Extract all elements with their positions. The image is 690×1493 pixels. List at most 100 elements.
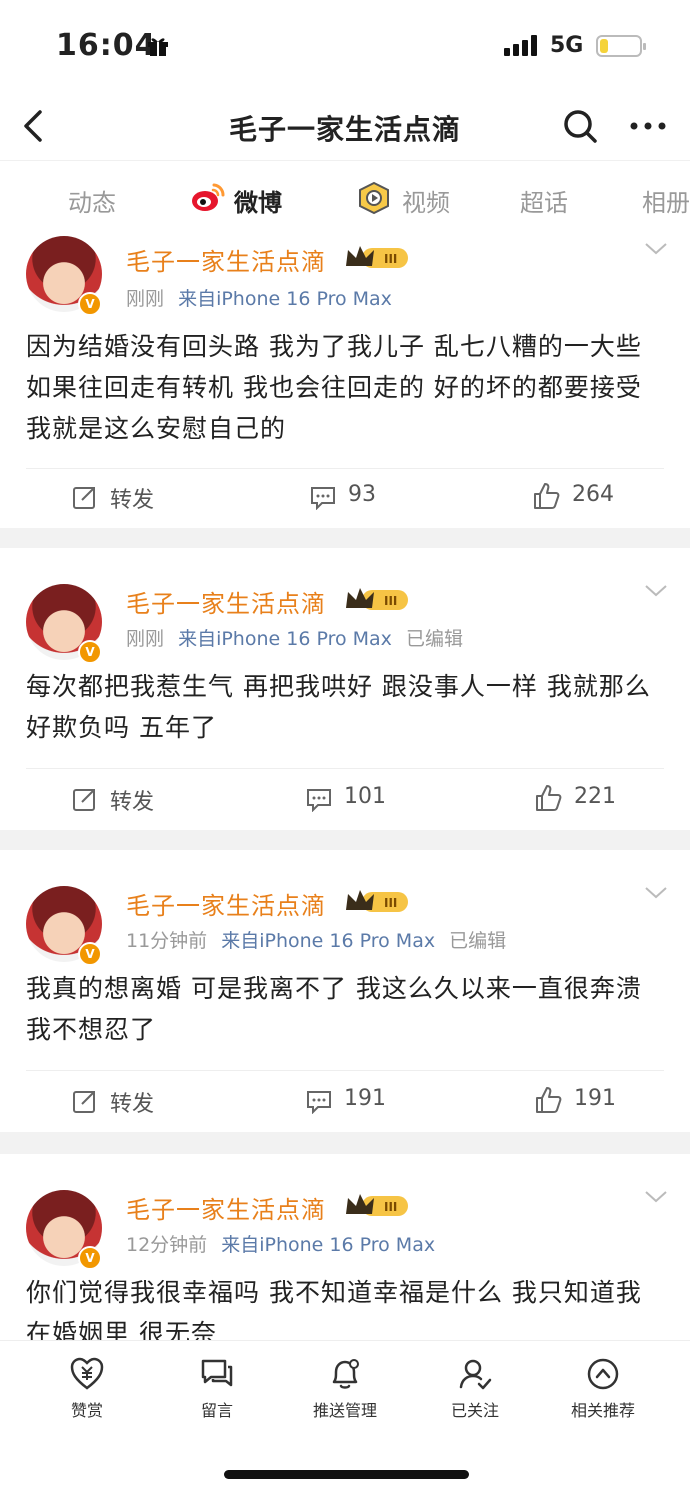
post-username[interactable]: 毛子一家生活点滴 [126, 242, 326, 277]
post-meta: 刚刚 来自iPhone 16 Pro Max 已编辑 [126, 624, 463, 651]
tab-video[interactable]: 视频 [402, 183, 450, 218]
comment-button[interactable]: 191 [306, 1086, 406, 1116]
message-label: 留言 [200, 1401, 233, 1420]
battery-level [600, 39, 608, 53]
video-icon [359, 181, 389, 215]
post-source: 来自iPhone 16 Pro Max [221, 930, 436, 952]
comment-count: 191 [344, 1086, 386, 1111]
gift-icon [148, 38, 168, 56]
search-icon[interactable] [560, 106, 600, 146]
post-source: 来自iPhone 16 Pro Max [178, 288, 392, 310]
reward-button[interactable]: 赞赏 [32, 1357, 142, 1421]
post-username[interactable]: 毛子一家生活点滴 [126, 1190, 326, 1225]
reward-label: 赞赏 [70, 1401, 103, 1420]
divider [26, 468, 664, 469]
post-text: 因为结婚没有回头路 我为了我儿子 乱七八糟的一大些 如果往回走有转机 我也会往回… [26, 332, 642, 443]
post-meta: 刚刚 来自iPhone 16 Pro Max [126, 284, 392, 311]
like-button[interactable]: 221 [534, 784, 634, 814]
member-crown-icon: III [346, 246, 408, 268]
comment-count: 93 [348, 482, 376, 507]
post-time: 刚刚 [126, 288, 165, 310]
post-card[interactable]: V 毛子一家生活点滴 III 刚刚 来自iPhone 16 Pro Max 已编… [0, 548, 690, 830]
post-card[interactable]: V 毛子一家生活点滴 III 刚刚 来自iPhone 16 Pro Max 因为… [0, 234, 690, 528]
like-count: 264 [572, 482, 614, 507]
divider [26, 768, 664, 769]
post-source: 来自iPhone 16 Pro Max [221, 1234, 436, 1256]
recommend-label: 相关推荐 [570, 1401, 635, 1420]
comment-button[interactable]: 101 [306, 784, 406, 814]
post-card[interactable]: V 毛子一家生活点滴 III 12分钟前 来自iPhone 16 Pro Max… [0, 1154, 690, 1340]
repost-button[interactable]: 转发 [72, 1086, 172, 1117]
message-icon [201, 1359, 233, 1387]
like-count: 191 [574, 1086, 616, 1111]
tab-dynamic[interactable]: 动态 [68, 183, 116, 218]
repost-icon [73, 789, 95, 811]
edited-label: 已编辑 [449, 930, 507, 952]
home-indicator[interactable] [224, 1470, 469, 1479]
network-type: 5G [550, 33, 584, 58]
like-button[interactable]: 191 [534, 1086, 634, 1116]
following-button[interactable]: 已关注 [420, 1357, 530, 1421]
chevron-down-icon[interactable] [644, 1190, 668, 1204]
tab-super-topic[interactable]: 超话 [520, 183, 568, 218]
tab-album[interactable]: 相册 [642, 183, 690, 218]
member-crown-icon: III [346, 588, 408, 610]
battery-icon [596, 35, 646, 57]
repost-icon [73, 487, 95, 509]
post-text: 你们觉得我很幸福吗 我不知道幸福是什么 我只知道我在婚姻里 很无奈 [26, 1278, 642, 1340]
post-username[interactable]: 毛子一家生活点滴 [126, 584, 326, 619]
post-username[interactable]: 毛子一家生活点滴 [126, 886, 326, 921]
bell-icon [332, 1359, 359, 1389]
level-badge: III [384, 1200, 397, 1214]
recommend-button[interactable]: 相关推荐 [548, 1357, 658, 1421]
thumbs-up-icon [536, 785, 562, 811]
post-meta: 11分钟前 来自iPhone 16 Pro Max 已编辑 [126, 926, 506, 953]
post-time: 12分钟前 [126, 1234, 208, 1256]
level-badge: III [384, 252, 397, 266]
comment-icon [307, 789, 331, 812]
post-card[interactable]: V 毛子一家生活点滴 III 11分钟前 来自iPhone 16 Pro Max… [0, 850, 690, 1132]
member-crown-icon: III [346, 890, 408, 912]
message-button[interactable]: 留言 [162, 1357, 272, 1421]
verified-badge: V [78, 1246, 102, 1270]
chevron-down-icon[interactable] [644, 886, 668, 900]
level-badge: III [384, 594, 397, 608]
verified-badge: V [78, 640, 102, 664]
member-crown-icon: III [346, 1194, 408, 1216]
edited-label: 已编辑 [405, 628, 463, 650]
thumbs-up-icon [536, 1087, 562, 1113]
repost-label: 转发 [110, 488, 155, 513]
repost-button[interactable]: 转发 [72, 784, 172, 815]
post-text: 我真的想离婚 可是我离不了 我这么久以来一直很奔溃 我不想忍了 [26, 974, 642, 1044]
feed: V 毛子一家生活点滴 III 刚刚 来自iPhone 16 Pro Max 因为… [0, 234, 690, 1340]
following-label: 已关注 [450, 1401, 499, 1420]
thumbs-up-icon [534, 483, 560, 509]
level-badge: III [384, 896, 397, 910]
signal-icon [504, 35, 537, 56]
post-meta: 12分钟前 来自iPhone 16 Pro Max [126, 1230, 435, 1257]
status-time: 16:04 [56, 28, 157, 63]
repost-button[interactable]: 转发 [72, 482, 172, 513]
comment-icon [307, 1091, 331, 1114]
divider [26, 1070, 664, 1071]
weibo-logo-icon [192, 183, 225, 211]
chevron-down-icon[interactable] [644, 584, 668, 598]
tab-weibo[interactable]: 微博 [234, 183, 282, 218]
push-settings-button[interactable]: 推送管理 [290, 1357, 400, 1421]
status-bar: 16:04 5G [0, 0, 690, 92]
post-time: 11分钟前 [126, 930, 208, 952]
repost-icon [73, 1091, 95, 1113]
comment-icon [311, 487, 335, 510]
chevron-down-icon[interactable] [644, 242, 668, 256]
more-icon[interactable] [628, 106, 668, 146]
comment-button[interactable]: 93 [310, 482, 410, 512]
like-button[interactable]: 264 [532, 482, 632, 512]
post-time: 刚刚 [126, 628, 165, 650]
verified-badge: V [78, 942, 102, 966]
recommend-icon [587, 1358, 619, 1390]
nav-bar: 毛子一家生活点滴 [0, 92, 690, 160]
repost-label: 转发 [110, 1092, 155, 1117]
push-settings-label: 推送管理 [312, 1401, 377, 1420]
comment-count: 101 [344, 784, 386, 809]
like-count: 221 [574, 784, 616, 809]
